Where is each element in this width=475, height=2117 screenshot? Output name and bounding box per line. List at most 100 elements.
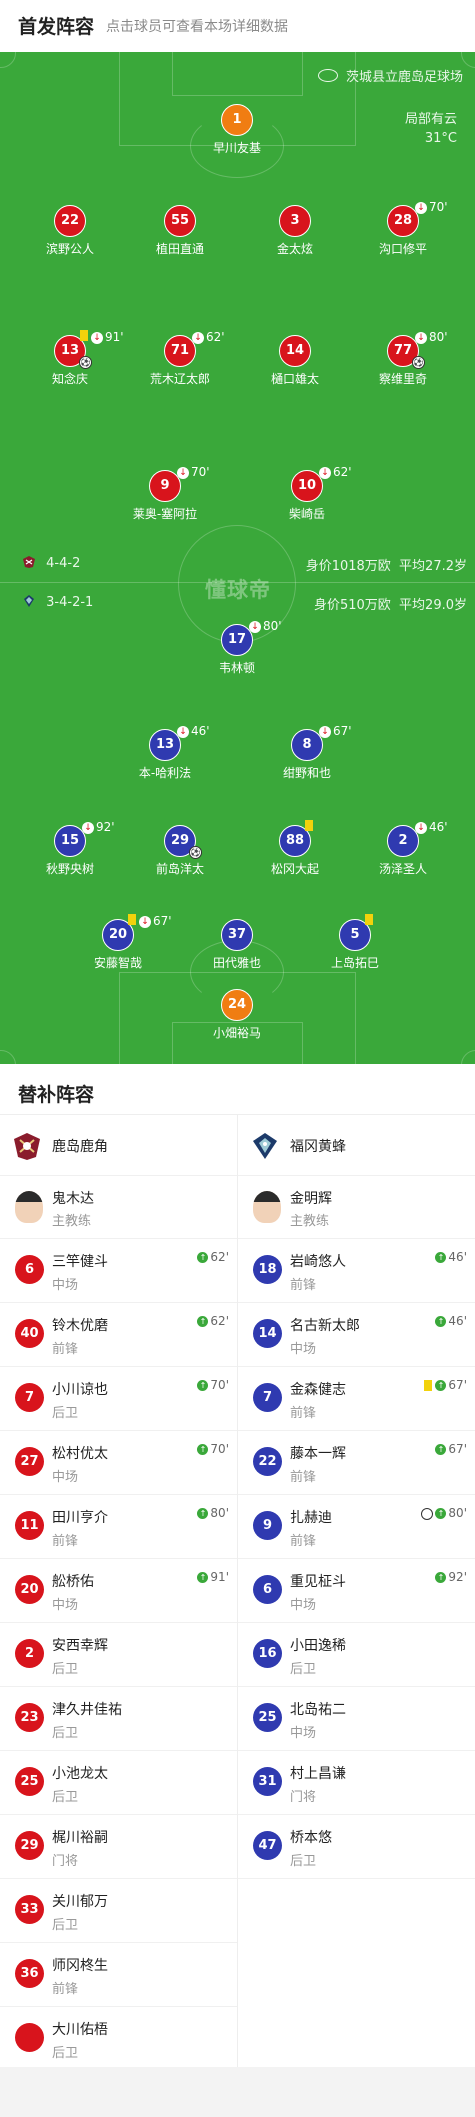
player-number: 55	[170, 213, 190, 228]
sub-player-row[interactable]: 大川佑梧 后卫	[0, 2007, 237, 2071]
sub-player-row[interactable]: 40 铃木优磨 前锋 ↑ 62'	[0, 1303, 237, 1367]
away-player[interactable]: 24 小畑裕马	[182, 989, 292, 1041]
sub-minute: 80'	[210, 1506, 229, 1520]
sub-player-row[interactable]: 36 师冈柊生 前锋	[0, 1943, 237, 2007]
away-player[interactable]: 13 ↓ 46' 本-哈利法	[110, 724, 220, 781]
away-player[interactable]: 29 ⚽ 前岛洋太	[125, 825, 235, 877]
player-number: 9	[160, 478, 170, 493]
player-position: 中场	[290, 1726, 317, 1741]
sub-out-icon: ↓	[82, 821, 94, 834]
home-player[interactable]: 13 ↓ 91' ⚽ 知念庆	[15, 330, 125, 387]
player-name: 莱奥-塞阿拉	[132, 507, 198, 521]
player-number-badge: 15 ↓ 92'	[54, 820, 115, 857]
player-number-badge: 22	[253, 1447, 282, 1476]
home-player[interactable]: 71 ↓ 62' 荒木辽太郎	[125, 330, 235, 387]
home-formation: 4-4-2	[22, 555, 80, 571]
player-number-badge: 20 ↓ 67'	[102, 914, 172, 951]
sub-on-indicator: ↑ 91'	[197, 1570, 229, 1584]
sub-player-row[interactable]: 25 北岛祐二 中场	[238, 1687, 475, 1751]
home-player[interactable]: 28 ↓ 70' 沟口修平	[348, 200, 458, 257]
coach-role: 主教练	[290, 1214, 330, 1229]
player-position: 中场	[290, 1598, 317, 1613]
player-number-badge: 40	[15, 1319, 44, 1348]
player-number: 10	[297, 478, 317, 493]
away-player[interactable]: 17 ↓ 80' 韦林顿	[182, 619, 292, 676]
player-number-badge: 2 ↓ 46'	[387, 820, 448, 857]
away-player[interactable]: 15 ↓ 92' 秋野央树	[15, 820, 125, 877]
player-number-badge: 47	[253, 1831, 282, 1860]
sub-minute: 46'	[448, 1314, 467, 1328]
sub-player-row[interactable]: 27 松村优太 中场 ↑ 70'	[0, 1431, 237, 1495]
page-title: 首发阵容	[18, 16, 95, 38]
away-subs-column: 福冈黄蜂 金明辉 主教练 18 岩崎悠人 前锋 ↑ 46' 14 名古新太郎 中场 ↑ 46' 7 金…	[238, 1115, 475, 1879]
sub-player-row[interactable]: 31 村上昌谦 门将	[238, 1751, 475, 1815]
home-player[interactable]: 22 滨野公人	[15, 205, 125, 257]
away-player[interactable]: 2 ↓ 46' 汤泽圣人	[348, 820, 458, 877]
home-player[interactable]: 55 植田直通	[125, 205, 235, 257]
away-player[interactable]: 20 ↓ 67' 安藤智哉	[63, 914, 173, 971]
yellow-card-icon	[305, 820, 313, 831]
home-player[interactable]: 14 樋口雄太	[240, 335, 350, 387]
away-player[interactable]: 88 松冈大起	[240, 820, 350, 877]
sub-player-row[interactable]: 9 扎赫迪 前锋 ↑ 80'	[238, 1495, 475, 1559]
home-player[interactable]: 10 ↓ 62' 柴崎岳	[252, 465, 362, 522]
away-player[interactable]: 5 上岛拓巳	[300, 914, 410, 971]
sub-player-row[interactable]: 29 梶川裕嗣 门将	[0, 1815, 237, 1879]
home-player[interactable]: 77 ↓ 80' ⚽ 察维里奇	[348, 330, 458, 387]
player-number: 15	[60, 833, 80, 848]
player-name: 绀野和也	[282, 766, 331, 780]
player-number-badge: 27	[15, 1447, 44, 1476]
player-name: 荒木辽太郎	[149, 372, 210, 386]
sub-player-row[interactable]: 2 安西幸辉 后卫	[0, 1623, 237, 1687]
home-player[interactable]: 3 金太炫	[240, 205, 350, 257]
home-team-row[interactable]: 鹿岛鹿角	[0, 1115, 237, 1176]
venue-name: 茨城县立鹿岛足球场	[345, 70, 463, 85]
sub-player-row[interactable]: 33 关川郁万 后卫	[0, 1879, 237, 1943]
sub-player-row[interactable]: 18 岩崎悠人 前锋 ↑ 46'	[238, 1239, 475, 1303]
sub-minute: 70'	[210, 1378, 229, 1392]
sub-player-row[interactable]: 14 名古新太郎 中场 ↑ 46'	[238, 1303, 475, 1367]
sub-off-indicator: ↓ 67'	[139, 914, 172, 928]
sub-player-row[interactable]: 22 藤本一辉 前锋 ↑ 67'	[238, 1431, 475, 1495]
sub-player-row[interactable]: 16 小田逸稀 后卫	[238, 1623, 475, 1687]
sub-player-row[interactable]: 6 重见柾斗 中场 ↑ 92'	[238, 1559, 475, 1623]
player-number-badge: 55	[164, 205, 196, 237]
sub-player-row[interactable]: 11 田川亨介 前锋 ↑ 80'	[0, 1495, 237, 1559]
sub-player-row[interactable]: 23 津久井佳祐 后卫	[0, 1687, 237, 1751]
player-position: 后卫	[52, 2046, 79, 2061]
sub-out-icon: ↓	[177, 725, 189, 738]
sub-out-icon: ↓	[249, 620, 261, 633]
sub-player-row[interactable]: 6 三竿健斗 中场 ↑ 62'	[0, 1239, 237, 1303]
player-name: 铃木优磨	[52, 1318, 108, 1334]
away-player[interactable]: 37 田代雅也	[182, 919, 292, 971]
sub-player-row[interactable]: 20 舩桥佑 中场 ↑ 91'	[0, 1559, 237, 1623]
player-name: 上岛拓巳	[330, 956, 379, 970]
player-number: 13	[155, 737, 175, 752]
player-name: 关川郁万	[52, 1894, 108, 1910]
sub-player-row[interactable]: 7 小川谅也 后卫 ↑ 70'	[0, 1367, 237, 1431]
player-number-badge: 7	[15, 1383, 44, 1412]
player-name: 松冈大起	[270, 862, 319, 876]
away-player[interactable]: 8 ↓ 67' 绀野和也	[252, 724, 362, 781]
home-coach-row[interactable]: 鬼木达 主教练	[0, 1176, 237, 1239]
goal-ball-icon: ⚽	[79, 356, 92, 369]
away-team-row[interactable]: 福冈黄蜂	[238, 1115, 475, 1176]
sub-on-indicator: ↑ 80'	[197, 1506, 229, 1520]
player-name: 田代雅也	[212, 956, 261, 970]
player-number: 1	[232, 112, 242, 127]
player-number-badge: 6	[253, 1575, 282, 1604]
sub-out-icon: ↓	[415, 331, 427, 344]
away-coach-row[interactable]: 金明辉 主教练	[238, 1176, 475, 1239]
home-player[interactable]: 1 早川友基	[182, 104, 292, 156]
player-number: 13	[60, 343, 80, 358]
player-number-badge: 23	[15, 1703, 44, 1732]
player-number-badge: 9	[253, 1511, 282, 1540]
coach-name: 金明辉	[290, 1191, 332, 1207]
player-number-badge: 11	[15, 1511, 44, 1540]
sub-player-row[interactable]: 47 桥本悠 后卫	[238, 1815, 475, 1879]
sub-player-row[interactable]: 7 金森健志 前锋 ↑ 67'	[238, 1367, 475, 1431]
sub-player-row[interactable]: 25 小池龙太 后卫	[0, 1751, 237, 1815]
sub-minute: 67'	[333, 724, 352, 738]
sub-in-icon: ↑	[435, 1316, 447, 1327]
home-player[interactable]: 9 ↓ 70' 莱奥-塞阿拉	[110, 465, 220, 522]
